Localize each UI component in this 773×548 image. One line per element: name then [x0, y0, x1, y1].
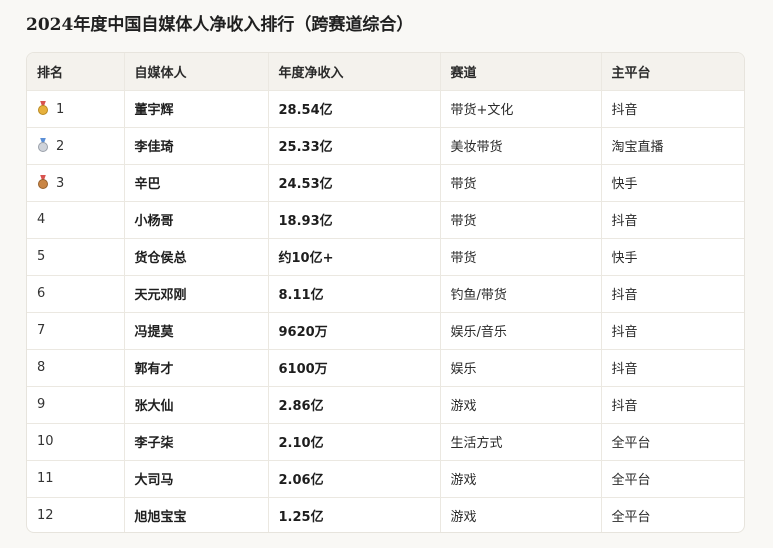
ranking-table-card: 排名 自媒体人 年度净收入 赛道 主平台 1 董宇辉 28.54亿 带货+文化 抖音 2 李… [26, 52, 745, 533]
table-row[interactable]: 8 郭有才 6100万 娱乐 抖音 [27, 349, 744, 387]
income-cell: 1.25亿 [268, 497, 441, 532]
creator-name-cell: 天元邓刚 [124, 275, 269, 313]
track-cell: 游戏 [440, 460, 602, 498]
rank-number: 5 [37, 249, 46, 264]
creator-name-cell: 冯提莫 [124, 312, 269, 350]
track-cell: 游戏 [440, 497, 602, 532]
track-cell: 美妆带货 [440, 127, 602, 165]
table-row[interactable]: 2 李佳琦 25.33亿 美妆带货 淘宝直播 [27, 127, 744, 165]
silver-medal-icon [37, 137, 49, 152]
ranking-table: 排名 自媒体人 年度净收入 赛道 主平台 1 董宇辉 28.54亿 带货+文化 抖音 2 李… [27, 53, 744, 532]
income-cell: 18.93亿 [268, 201, 441, 239]
platform-cell: 抖音 [601, 90, 744, 128]
table-row[interactable]: 11 大司马 2.06亿 游戏 全平台 [27, 460, 744, 498]
platform-cell: 全平台 [601, 423, 744, 461]
rank-number: 12 [37, 508, 54, 524]
platform-cell: 淘宝直播 [601, 127, 744, 165]
track-cell: 娱乐 [440, 349, 602, 387]
platform-cell: 快手 [601, 164, 744, 202]
rank-cell: 6 [27, 275, 125, 313]
rank-cell: 12 [27, 497, 125, 532]
table-header-row: 排名 自媒体人 年度净收入 赛道 主平台 [27, 53, 744, 91]
table-row[interactable]: 12 旭旭宝宝 1.25亿 游戏 全平台 [27, 497, 744, 532]
creator-name-cell: 小杨哥 [124, 201, 269, 239]
rank-number: 9 [37, 397, 46, 412]
table-row[interactable]: 9 张大仙 2.86亿 游戏 抖音 [27, 386, 744, 424]
income-cell: 2.86亿 [268, 386, 441, 424]
table-row[interactable]: 1 董宇辉 28.54亿 带货+文化 抖音 [27, 90, 744, 128]
rank-number: 7 [37, 323, 46, 338]
header-platform[interactable]: 主平台 [601, 53, 744, 91]
platform-cell: 快手 [601, 238, 744, 276]
creator-name-cell: 李子柒 [124, 423, 269, 461]
platform-cell: 全平台 [601, 460, 744, 498]
creator-name-cell: 郭有才 [124, 349, 269, 387]
platform-cell: 抖音 [601, 349, 744, 387]
rank-number: 10 [37, 434, 54, 449]
track-cell: 钓鱼/带货 [440, 275, 602, 313]
rank-cell: 10 [27, 423, 125, 461]
income-cell: 2.10亿 [268, 423, 441, 461]
rank-cell: 5 [27, 238, 125, 276]
income-cell: 28.54亿 [268, 90, 441, 128]
rank-cell: 9 [27, 386, 125, 424]
creator-name-cell: 大司马 [124, 460, 269, 498]
header-track[interactable]: 赛道 [440, 53, 602, 91]
table-row[interactable]: 6 天元邓刚 8.11亿 钓鱼/带货 抖音 [27, 275, 744, 313]
rank-number: 2 [56, 138, 65, 154]
rank-number: 3 [56, 175, 65, 191]
track-cell: 带货 [440, 164, 602, 202]
creator-name-cell: 货仓侯总 [124, 238, 269, 276]
track-cell: 带货 [440, 201, 602, 239]
track-cell: 带货+文化 [440, 90, 602, 128]
bronze-medal-icon [37, 174, 49, 189]
creator-name-cell: 辛巴 [124, 164, 269, 202]
creator-name-cell: 张大仙 [124, 386, 269, 424]
platform-cell: 抖音 [601, 312, 744, 350]
table-body: 1 董宇辉 28.54亿 带货+文化 抖音 2 李佳琦 25.33亿 美妆带货 淘宝直播 3 辛巴 24… [27, 90, 744, 532]
rank-number: 6 [37, 286, 46, 301]
rank-number: 1 [56, 101, 65, 117]
platform-cell: 抖音 [601, 201, 744, 239]
creator-name-cell: 董宇辉 [124, 90, 269, 128]
rank-cell: 11 [27, 460, 125, 498]
rank-number: 4 [37, 212, 46, 227]
track-cell: 生活方式 [440, 423, 602, 461]
income-cell: 25.33亿 [268, 127, 441, 165]
rank-cell: 2 [27, 127, 125, 165]
rank-number: 8 [37, 360, 46, 375]
creator-name-cell: 李佳琦 [124, 127, 269, 165]
income-cell: 9620万 [268, 312, 441, 350]
table-row[interactable]: 4 小杨哥 18.93亿 带货 抖音 [27, 201, 744, 239]
track-cell: 带货 [440, 238, 602, 276]
platform-cell: 抖音 [601, 386, 744, 424]
rank-cell: 7 [27, 312, 125, 350]
rank-cell: 3 [27, 164, 125, 202]
platform-cell: 全平台 [611, 510, 651, 526]
income-cell: 约10亿+ [268, 238, 441, 276]
income-cell: 8.11亿 [268, 275, 441, 313]
header-rank[interactable]: 排名 [27, 53, 125, 91]
income-cell: 24.53亿 [268, 164, 441, 202]
income-cell: 6100万 [268, 349, 441, 387]
table-row[interactable]: 7 冯提莫 9620万 娱乐/音乐 抖音 [27, 312, 744, 350]
table-row[interactable]: 10 李子柒 2.10亿 生活方式 全平台 [27, 423, 744, 461]
income-cell: 2.06亿 [268, 460, 441, 498]
track-cell: 游戏 [440, 386, 602, 424]
table-row[interactable]: 3 辛巴 24.53亿 带货 快手 [27, 164, 744, 202]
rank-cell: 8 [27, 349, 125, 387]
creator-name-cell: 旭旭宝宝 [124, 497, 269, 532]
header-income[interactable]: 年度净收入 [268, 53, 441, 91]
table-row[interactable]: 5 货仓侯总 约10亿+ 带货 快手 [27, 238, 744, 276]
header-creator[interactable]: 自媒体人 [124, 53, 269, 91]
rank-cell: 1 [27, 90, 125, 128]
rank-cell: 4 [27, 201, 125, 239]
page-title: 2024年度中国自媒体人净收入排行（跨赛道综合） [26, 15, 414, 35]
platform-cell: 抖音 [601, 275, 744, 313]
gold-medal-icon [37, 100, 49, 115]
rank-number: 11 [37, 471, 54, 486]
track-cell: 娱乐/音乐 [440, 312, 602, 350]
